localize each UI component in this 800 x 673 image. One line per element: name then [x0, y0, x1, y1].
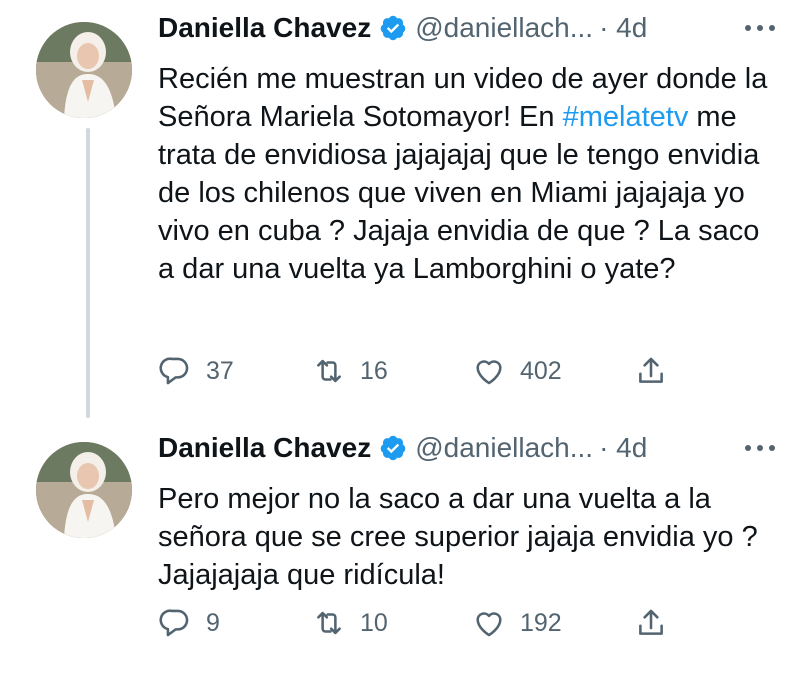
tweet[interactable]: Daniella Chavez @daniellach... · 4d Reci…: [0, 0, 800, 420]
handle[interactable]: @daniellach...: [415, 432, 593, 464]
retweet-icon: [317, 611, 341, 635]
reply-count: 9: [206, 608, 220, 637]
tweet-content: Daniella Chavez @daniellach... · 4d Reci…: [158, 6, 778, 288]
handle[interactable]: @daniellach...: [415, 12, 593, 44]
heart-icon: [476, 360, 502, 385]
share-button[interactable]: [634, 354, 674, 388]
like-count: 402: [520, 356, 562, 385]
timestamp[interactable]: · 4d: [599, 12, 647, 44]
retweet-icon: [317, 359, 341, 383]
thread-line: [86, 128, 90, 418]
reply-icon: [159, 609, 189, 637]
reply-button[interactable]: 9: [158, 606, 312, 640]
reply-count: 37: [206, 356, 234, 385]
share-icon: [639, 609, 663, 635]
tweet-header: Daniella Chavez @daniellach... · 4d: [158, 6, 778, 50]
retweet-button[interactable]: 16: [312, 354, 472, 388]
like-count: 192: [520, 608, 562, 637]
verified-badge-icon: [380, 435, 406, 461]
avatar[interactable]: [36, 22, 132, 118]
display-name[interactable]: Daniella Chavez: [158, 12, 371, 44]
more-horizontal-icon[interactable]: [742, 16, 778, 40]
verified-badge-icon: [380, 15, 406, 41]
tweet-content: Daniella Chavez @daniellach... · 4d Pero…: [158, 426, 778, 594]
retweet-count: 10: [360, 608, 388, 637]
hashtag-link[interactable]: #melatetv: [563, 101, 689, 133]
heart-icon: [476, 612, 502, 637]
tweet-text: Pero mejor no la saco a dar una vuelta a…: [158, 483, 766, 591]
display-name[interactable]: Daniella Chavez: [158, 432, 371, 464]
avatar-photo: [36, 442, 132, 538]
tweet-actions: 9 10 192: [158, 606, 674, 640]
share-button[interactable]: [634, 606, 674, 640]
tweet-header: Daniella Chavez @daniellach... · 4d: [158, 426, 778, 470]
tweet[interactable]: Daniella Chavez @daniellach... · 4d Pero…: [0, 420, 800, 673]
reply-icon: [159, 357, 189, 385]
retweet-button[interactable]: 10: [312, 606, 472, 640]
like-button[interactable]: 192: [472, 606, 634, 640]
reply-button[interactable]: 37: [158, 354, 312, 388]
avatar[interactable]: [36, 442, 132, 538]
tweet-text: Recién me muestran un video de ayer dond…: [158, 60, 770, 288]
tweet-actions: 37 16 402: [158, 354, 674, 388]
avatar-photo: [36, 22, 132, 118]
retweet-count: 16: [360, 356, 388, 385]
like-button[interactable]: 402: [472, 354, 634, 388]
share-icon: [639, 357, 663, 383]
timestamp[interactable]: · 4d: [599, 432, 647, 464]
more-horizontal-icon[interactable]: [742, 436, 778, 460]
